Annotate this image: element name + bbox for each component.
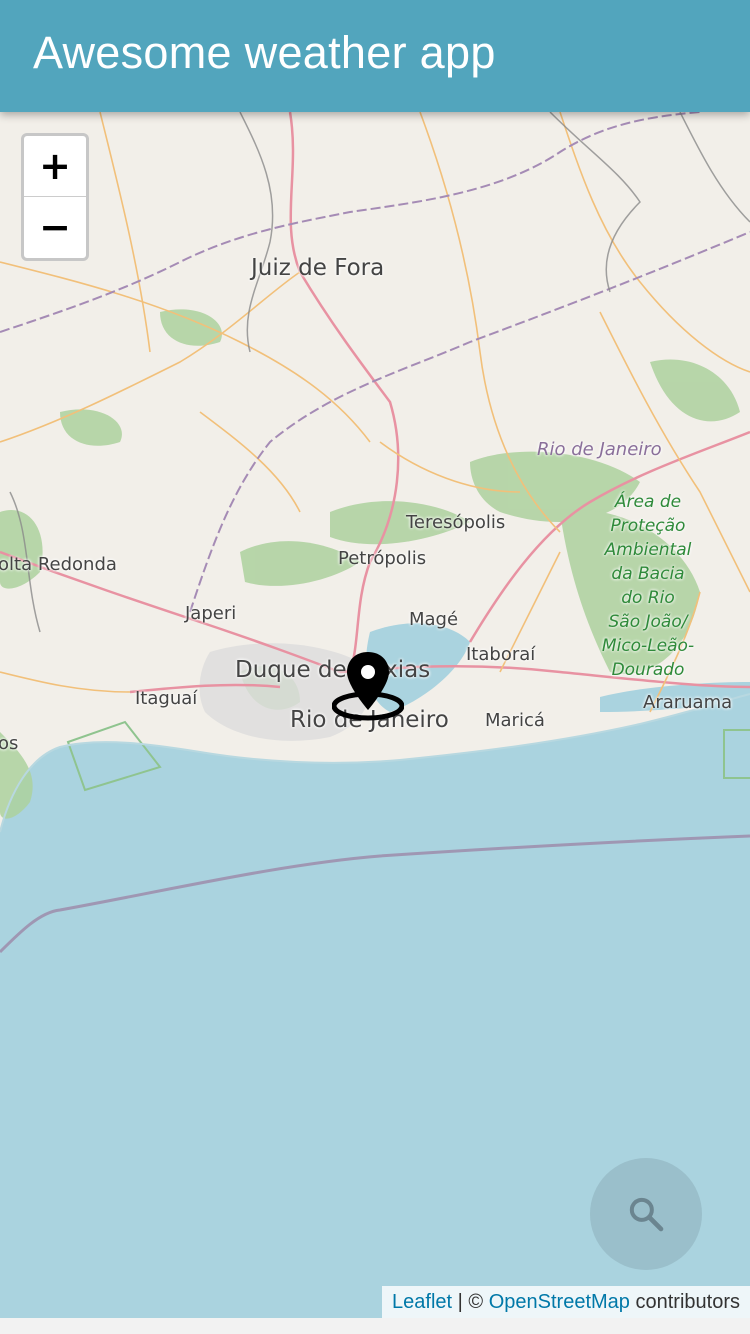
place-label: Araruama: [643, 692, 733, 713]
search-icon: [629, 1197, 664, 1232]
place-label: Itaguaí: [135, 688, 198, 709]
place-label: Itaboraí: [466, 644, 536, 665]
park-label-line: Área de: [614, 492, 682, 512]
park-label-line: Proteção: [610, 516, 686, 536]
place-label: Petrópolis: [338, 548, 427, 569]
search-button[interactable]: [590, 1158, 702, 1270]
place-label: Maricá: [485, 710, 545, 731]
map-attribution: Leaflet | © OpenStreetMap contributors: [382, 1286, 750, 1318]
park-label-line: Mico-Leão-: [601, 636, 695, 656]
app-header: Awesome weather app: [0, 0, 750, 112]
park-label-line: São João/: [608, 612, 688, 632]
zoom-control: + −: [21, 133, 89, 261]
attribution-suffix: contributors: [635, 1291, 741, 1313]
app-title: Awesome weather app: [33, 27, 496, 78]
place-label: os: [0, 733, 19, 754]
park-label-line: do Rio: [621, 588, 675, 608]
park-label: Área de Proteção Ambiental da Bacia do R…: [592, 490, 704, 682]
attribution-separator: | ©: [457, 1291, 484, 1313]
place-label: Juiz de Fora: [251, 255, 385, 281]
place-label: Japeri: [185, 603, 237, 624]
park-label-line: Dourado: [611, 660, 685, 680]
zoom-out-button[interactable]: −: [24, 197, 86, 257]
bottom-bar: [0, 1318, 750, 1334]
place-label: Teresópolis: [406, 512, 506, 533]
place-label: Magé: [409, 609, 459, 630]
place-label: olta Redonda: [0, 554, 117, 575]
map-pin-icon[interactable]: [331, 650, 405, 727]
leaflet-link[interactable]: Leaflet: [392, 1291, 452, 1313]
park-label-line: Ambiental: [604, 540, 692, 560]
openstreetmap-link[interactable]: OpenStreetMap: [489, 1291, 630, 1313]
place-label: Rio de Janeiro: [537, 439, 662, 460]
park-label-line: da Bacia: [611, 564, 685, 584]
zoom-in-button[interactable]: +: [24, 136, 86, 197]
